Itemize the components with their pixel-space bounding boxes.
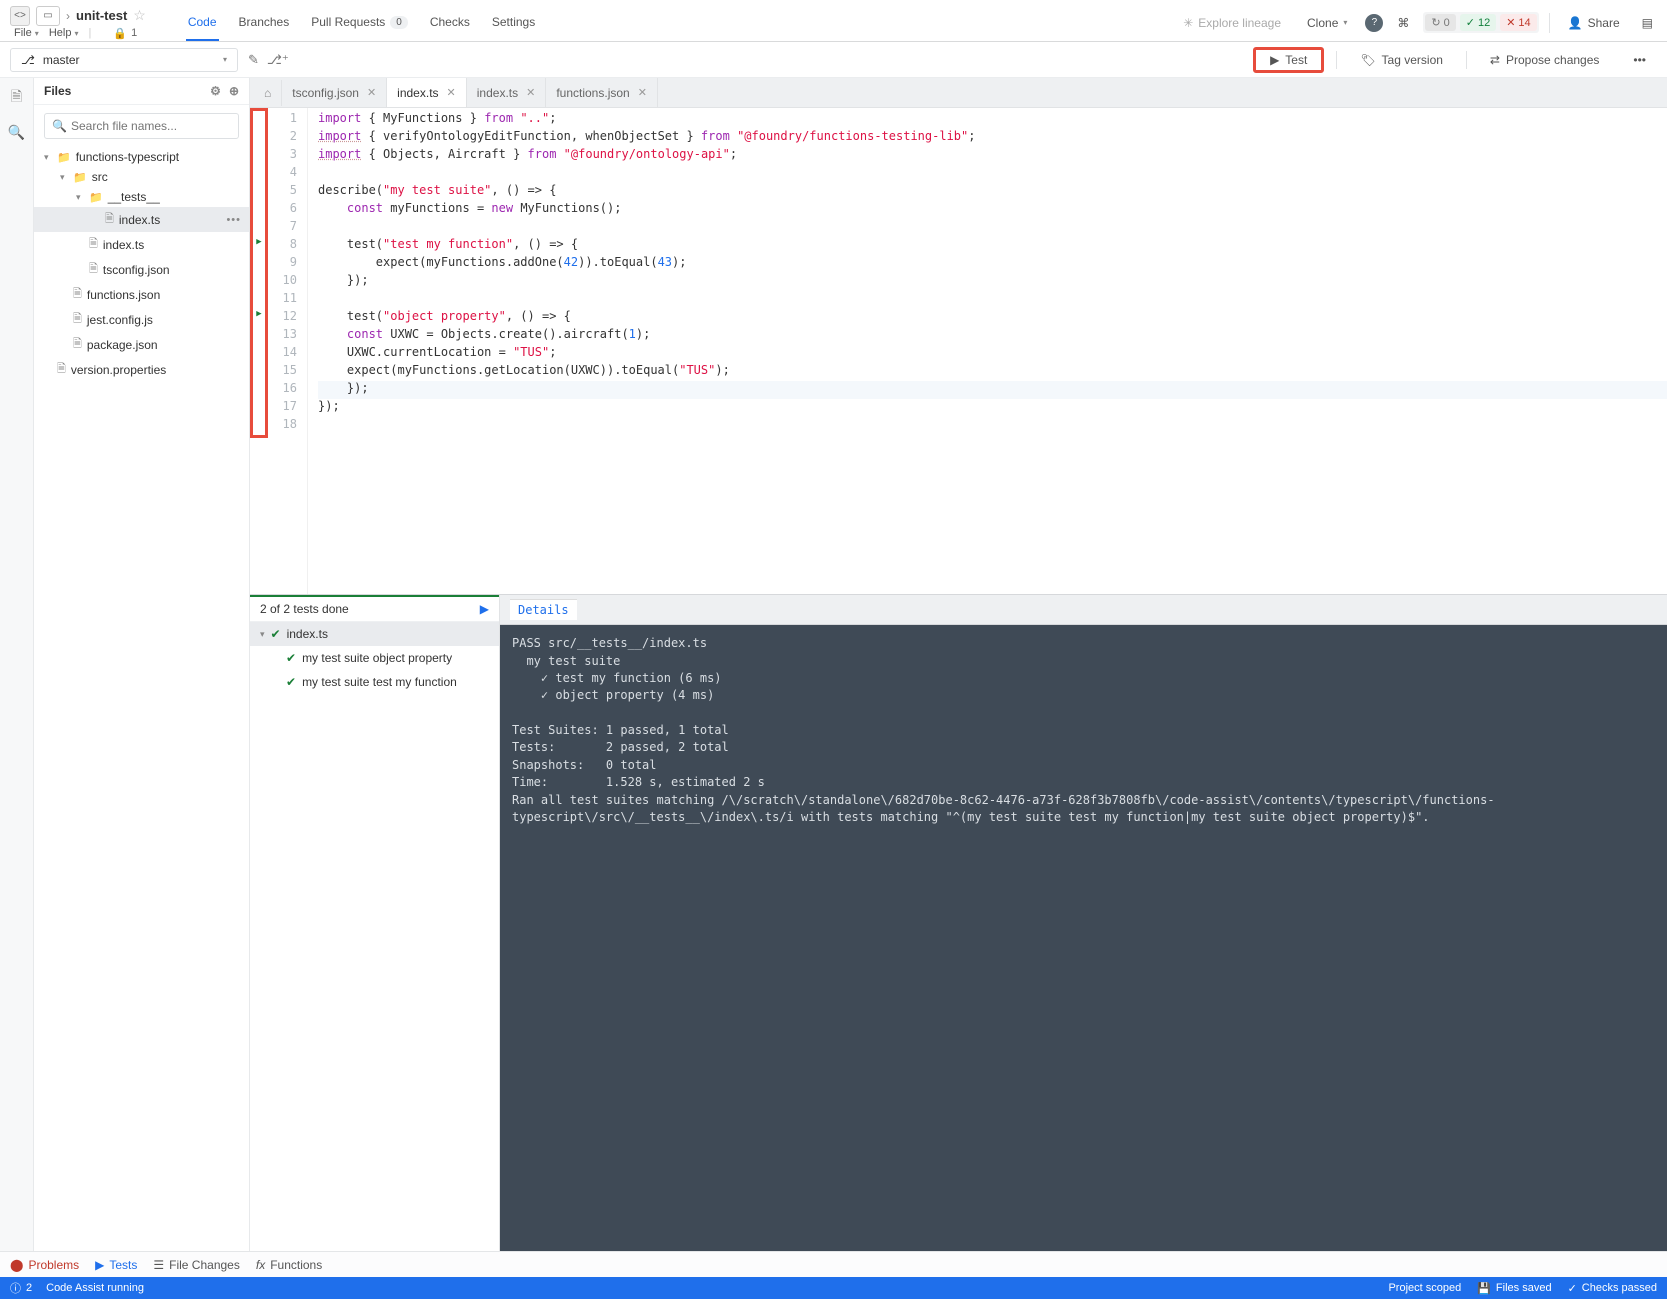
editor-tab[interactable]: functions.json✕ — [546, 78, 658, 107]
fail-stat: ✕ 14 — [1500, 14, 1536, 31]
search-rail-icon[interactable]: 🔍 — [8, 124, 25, 141]
header: <> ▭ › unit-test ☆ File ▾ Help ▾ | 🔒 1 C… — [0, 0, 1667, 42]
bottom-bar: ⬤ Problems ▶ Tests ☰ File Changes fx Fun… — [0, 1251, 1667, 1277]
branch-icon: ⎇ — [21, 53, 35, 67]
branch-new-icon[interactable]: ⎇⁺ — [267, 52, 289, 68]
status-scope[interactable]: Project scoped — [1388, 1282, 1461, 1295]
pass-stat: ✓ 12 — [1460, 14, 1496, 31]
sidebar: Files ⚙ ⊕ 🔍 ▾📁functions-typescript▾📁src▾… — [34, 78, 250, 1251]
clone-button[interactable]: Clone ▾ — [1299, 12, 1355, 34]
tree-folder[interactable]: ▾📁src — [34, 167, 249, 187]
files-rail-icon[interactable]: 🗎 — [11, 86, 22, 110]
code-editor[interactable]: ▶▶ 123456789101112131415161718 import { … — [250, 108, 1667, 594]
share-button[interactable]: 👤 Share — [1560, 12, 1628, 34]
test-results-tree: 2 of 2 tests done ▶ ▾✔index.ts ✔my test … — [250, 595, 500, 1251]
status-info[interactable]: ⓘ 2 — [10, 1280, 32, 1296]
file-menu[interactable]: File ▾ — [14, 27, 39, 40]
test-button[interactable]: ▶ Test — [1253, 47, 1324, 73]
editor-tabs: ⌂ tsconfig.json✕index.ts✕index.ts✕functi… — [250, 78, 1667, 108]
build-stats[interactable]: ↻ 0 ✓ 12 ✕ 14 — [1423, 12, 1538, 33]
gear-icon[interactable]: ⚙ — [210, 84, 221, 98]
test-console[interactable]: PASS src/__tests__/index.ts my test suit… — [500, 625, 1667, 1251]
home-tab[interactable]: ⌂ — [254, 80, 282, 106]
lock-owner: 🔒 1 — [113, 27, 137, 40]
close-icon[interactable]: ✕ — [526, 86, 535, 99]
app-icon: <> — [10, 6, 30, 26]
tree-file[interactable]: 🗎index.ts — [34, 232, 249, 257]
tests-button[interactable]: ▶ Tests — [95, 1258, 137, 1272]
branch-selector[interactable]: ⎇ master ▾ — [10, 48, 238, 72]
tree-file[interactable]: 🗎index.ts••• — [34, 207, 249, 232]
nav-pull-requests[interactable]: Pull Requests0 — [309, 9, 410, 41]
edit-icon[interactable]: ✎ — [248, 52, 259, 68]
explore-lineage-button[interactable]: ✳ Explore lineage — [1175, 12, 1289, 34]
left-rail: 🗎 🔍 — [0, 78, 34, 1251]
add-file-icon[interactable]: ⊕ — [229, 84, 239, 98]
details-tab[interactable]: Details — [500, 595, 1667, 625]
shortcuts-icon[interactable]: ⌘ — [1393, 12, 1413, 34]
functions-button[interactable]: fx Functions — [256, 1258, 322, 1272]
tree-folder[interactable]: ▾📁functions-typescript — [34, 147, 249, 167]
panel-toggle-icon[interactable]: ▤ — [1638, 12, 1657, 34]
tree-file[interactable]: 🗎package.json — [34, 332, 249, 357]
search-icon: 🔍 — [52, 119, 67, 133]
run-gutter-highlight — [250, 108, 268, 438]
help-icon[interactable]: ? — [1365, 14, 1383, 32]
subheader: ⎇ master ▾ ✎ ⎇⁺ ▶ Test 🏷 Tag version ⇄ P… — [0, 42, 1667, 78]
close-icon[interactable]: ✕ — [447, 86, 456, 99]
tag-version-button[interactable]: 🏷 Tag version — [1349, 47, 1454, 73]
nav-code[interactable]: Code — [186, 9, 219, 41]
status-code-assist: Code Assist running — [46, 1282, 144, 1294]
help-menu[interactable]: Help ▾ — [49, 27, 79, 40]
tree-folder[interactable]: ▾📁__tests__ — [34, 187, 249, 207]
status-checks[interactable]: ✓ Checks passed — [1568, 1282, 1657, 1295]
page-title: unit-test — [76, 8, 127, 23]
file-changes-button[interactable]: ☰ File Changes — [153, 1258, 239, 1272]
test-item[interactable]: ✔my test suite test my function — [250, 670, 499, 694]
status-bar: ⓘ 2 Code Assist running Project scoped 💾… — [0, 1277, 1667, 1299]
problems-button[interactable]: ⬤ Problems — [10, 1258, 79, 1272]
file-tree: ▾📁functions-typescript▾📁src▾📁__tests__🗎i… — [34, 147, 249, 1251]
close-icon[interactable]: ✕ — [367, 86, 376, 99]
test-item[interactable]: ✔my test suite object property — [250, 646, 499, 670]
nav-checks[interactable]: Checks — [428, 9, 472, 41]
more-actions-button[interactable]: ••• — [1622, 47, 1657, 73]
tree-file[interactable]: 🗎functions.json — [34, 282, 249, 307]
editor-tab[interactable]: index.ts✕ — [387, 78, 467, 107]
tree-file[interactable]: 🗎tsconfig.json — [34, 257, 249, 282]
editor-tab[interactable]: tsconfig.json✕ — [282, 78, 387, 107]
tree-file[interactable]: 🗎jest.config.js — [34, 307, 249, 332]
search-input[interactable] — [44, 113, 239, 139]
close-icon[interactable]: ✕ — [638, 86, 647, 99]
star-icon[interactable]: ☆ — [133, 7, 146, 24]
status-saved[interactable]: 💾 Files saved — [1477, 1282, 1551, 1295]
tests-summary: 2 of 2 tests done — [260, 602, 349, 616]
test-panel: 2 of 2 tests done ▶ ▾✔index.ts ✔my test … — [250, 594, 1667, 1251]
breadcrumb-sep: › — [66, 9, 70, 23]
editor-tab[interactable]: index.ts✕ — [467, 78, 547, 107]
sync-stat: ↻ 0 — [1425, 14, 1455, 31]
nav-settings[interactable]: Settings — [490, 9, 537, 41]
tree-file[interactable]: 🗎version.properties — [34, 357, 249, 382]
test-file-row[interactable]: ▾✔index.ts — [250, 622, 499, 646]
nav-branches[interactable]: Branches — [237, 9, 292, 41]
sidebar-title: Files — [44, 84, 71, 98]
breadcrumb-icon: ▭ — [36, 6, 60, 26]
propose-changes-button[interactable]: ⇄ Propose changes — [1479, 47, 1610, 73]
run-tests-icon[interactable]: ▶ — [480, 602, 489, 616]
